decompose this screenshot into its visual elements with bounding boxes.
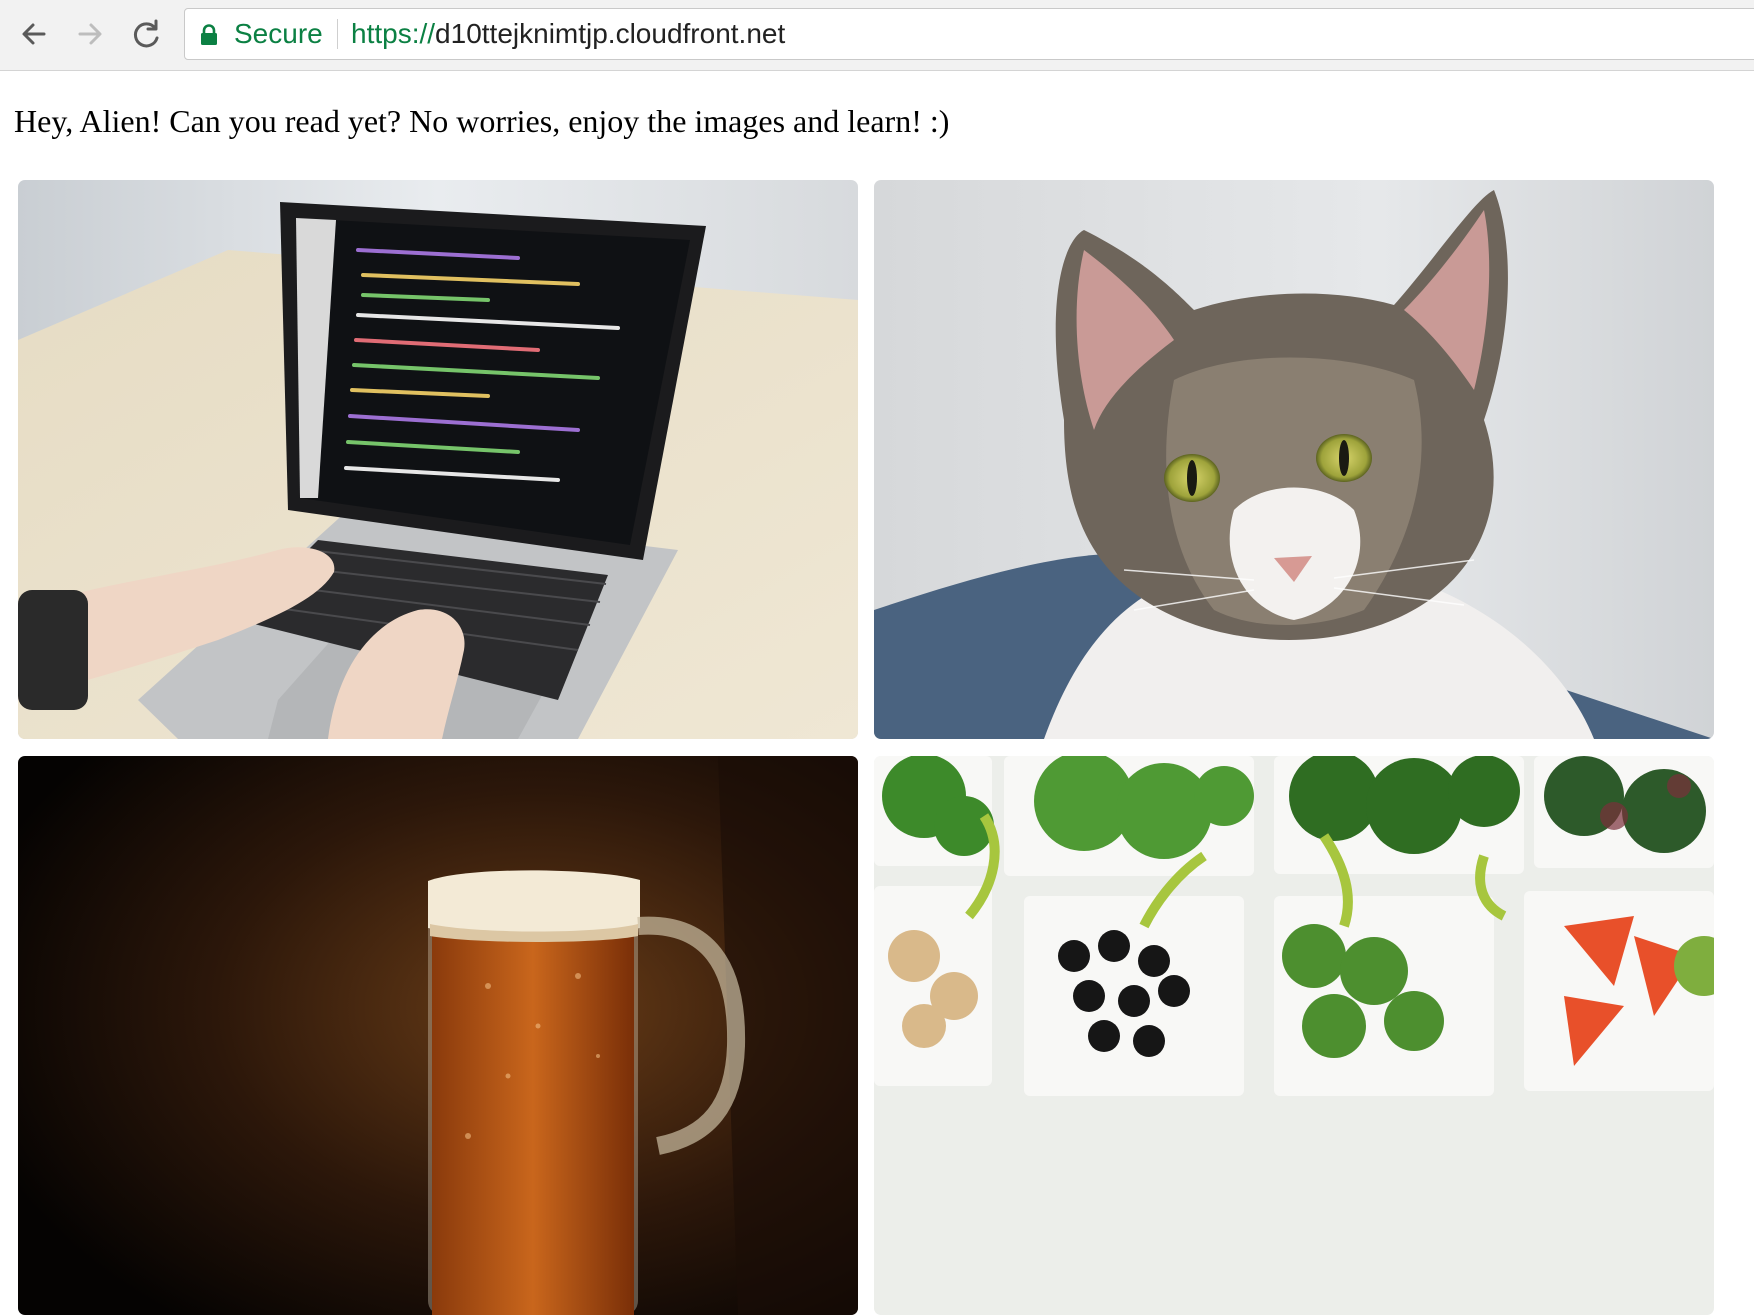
url-scheme: https:// xyxy=(351,18,436,49)
reload-icon[interactable] xyxy=(126,14,166,54)
url-host: d10ttejknimtjp.cloudfront.net xyxy=(435,18,786,49)
browser-toolbar: Secure https://d10ttejknimtjp.cloudfront… xyxy=(0,0,1754,71)
address-divider xyxy=(337,19,338,49)
beer-mug-image xyxy=(18,756,858,1315)
security-label: Secure xyxy=(234,18,323,49)
url-text[interactable]: https://d10ttejknimtjp.cloudfront.net xyxy=(351,9,785,59)
address-bar[interactable]: Secure https://d10ttejknimtjp.cloudfront… xyxy=(184,8,1754,60)
laptop-coding-image xyxy=(18,180,858,739)
cat-image xyxy=(874,180,1714,739)
salad-vegetables-image xyxy=(874,756,1714,1315)
greeting-text: Hey, Alien! Can you read yet? No worries… xyxy=(14,103,950,139)
lock-icon xyxy=(200,24,218,46)
forward-arrow-icon[interactable] xyxy=(70,14,110,54)
back-arrow-icon[interactable] xyxy=(14,14,54,54)
